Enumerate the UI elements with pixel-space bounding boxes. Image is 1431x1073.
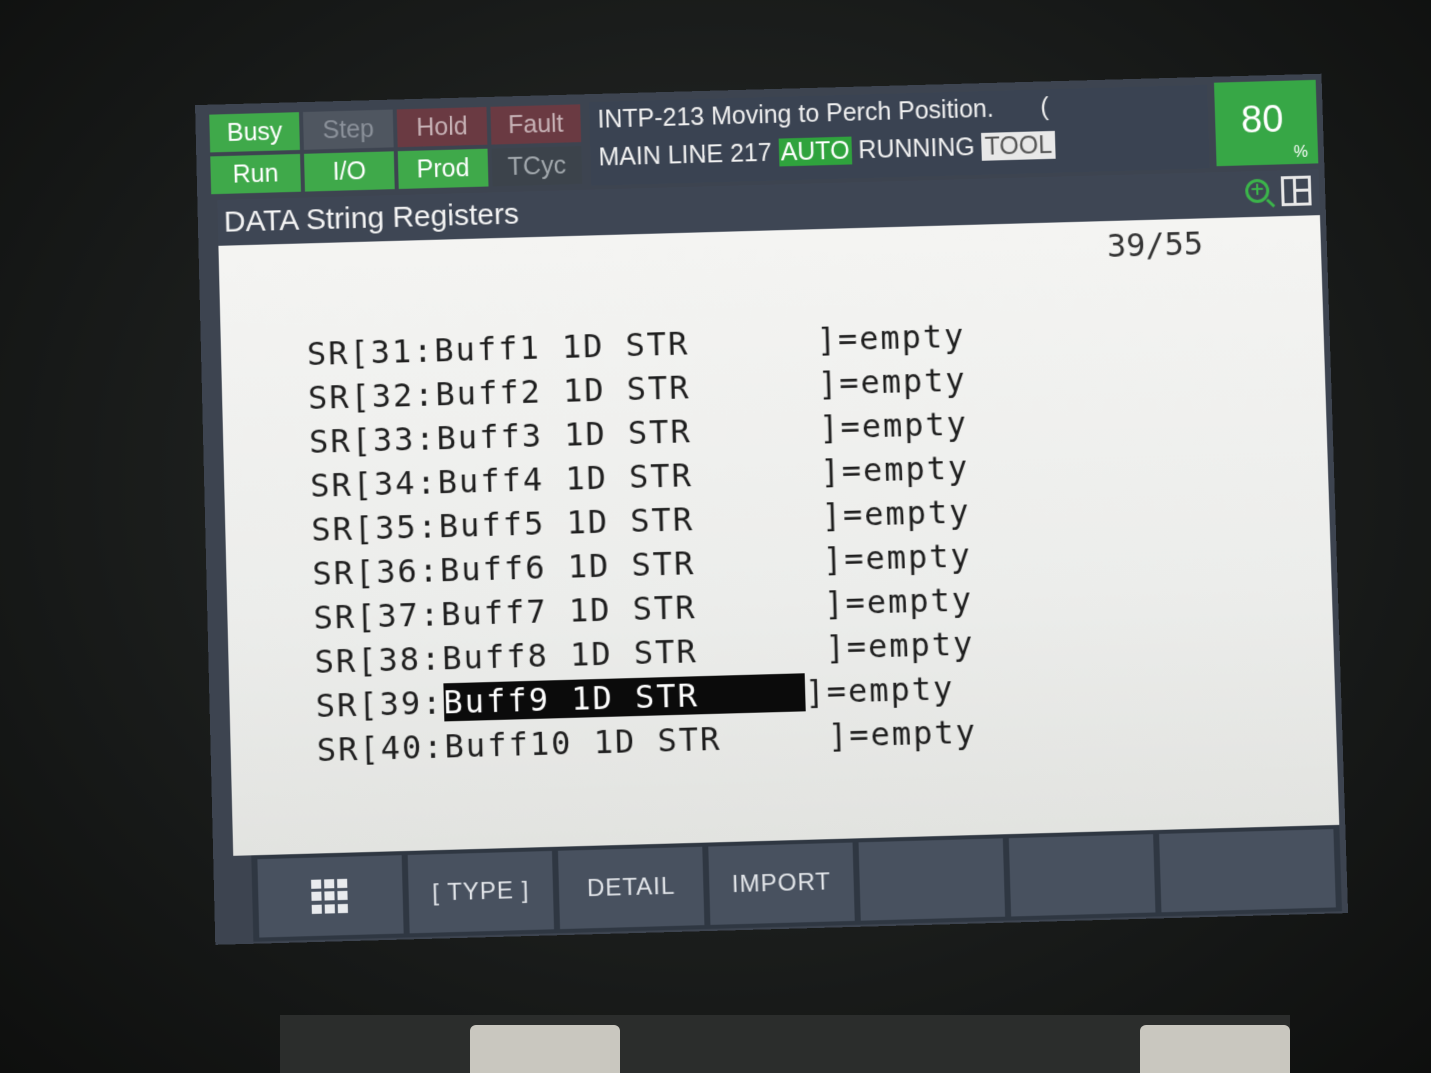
f1-type-button[interactable]: [ TYPE ]: [407, 850, 555, 934]
cursor-position: 39/55: [1106, 224, 1204, 265]
layout-split-icon[interactable]: [1280, 175, 1312, 207]
alarm-message-panel[interactable]: INTP-213 Moving to Perch Position. ( MAI…: [589, 84, 1210, 186]
hardware-key-panel: [280, 1015, 1290, 1073]
program-status-line: MAIN LINE 217 AUTO RUNNING TOOL: [598, 130, 1056, 173]
status-fault: Fault: [490, 104, 582, 145]
hardware-key[interactable]: [470, 1025, 620, 1073]
hardware-key[interactable]: [1140, 1025, 1290, 1073]
f5-button[interactable]: [1008, 834, 1156, 917]
override-value: 80: [1240, 98, 1284, 142]
zoom-in-icon[interactable]: +: [1244, 178, 1270, 204]
alarm-message-line: INTP-213 Moving to Perch Position. (: [597, 93, 1049, 134]
teach-pendant-screen: Busy Step Hold Fault Run I/O Prod TCyc I…: [195, 73, 1349, 945]
f4-button[interactable]: [858, 838, 1006, 921]
register-value: ]=empty: [804, 669, 955, 712]
selected-comment-cell[interactable]: Buff9 1D STR: [442, 673, 806, 722]
register-index: SR[39:: [315, 683, 444, 726]
f2-detail-button[interactable]: DETAIL: [557, 846, 705, 930]
register-list: 39/55 SR[31:Buff1 1D STR ]=empty SR[32:B…: [218, 215, 1340, 856]
alarm-text-tail: (: [1040, 93, 1050, 122]
auto-mode-badge: AUTO: [778, 136, 852, 167]
override-unit: %: [1293, 143, 1309, 162]
status-run: Run: [210, 153, 301, 195]
status-hold: Hold: [396, 106, 488, 148]
page-title: DATA String Registers: [223, 197, 520, 239]
tool-frame-badge: TOOL: [981, 130, 1056, 161]
alarm-text: INTP-213 Moving to Perch Position.: [597, 94, 995, 134]
status-tcyc: TCyc: [491, 146, 583, 187]
status-io: I/O: [304, 151, 395, 192]
program-line: MAIN LINE 217: [598, 138, 773, 172]
next-page-button[interactable]: [1159, 829, 1336, 913]
status-step: Step: [302, 109, 394, 150]
status-busy: Busy: [209, 112, 300, 153]
f3-import-button[interactable]: IMPORT: [708, 842, 855, 925]
status-prod: Prod: [397, 148, 489, 189]
menu-grid-icon: [311, 878, 350, 914]
speed-override[interactable]: 80 %: [1213, 79, 1319, 167]
running-state: RUNNING: [858, 133, 976, 165]
menu-button[interactable]: [257, 855, 404, 938]
